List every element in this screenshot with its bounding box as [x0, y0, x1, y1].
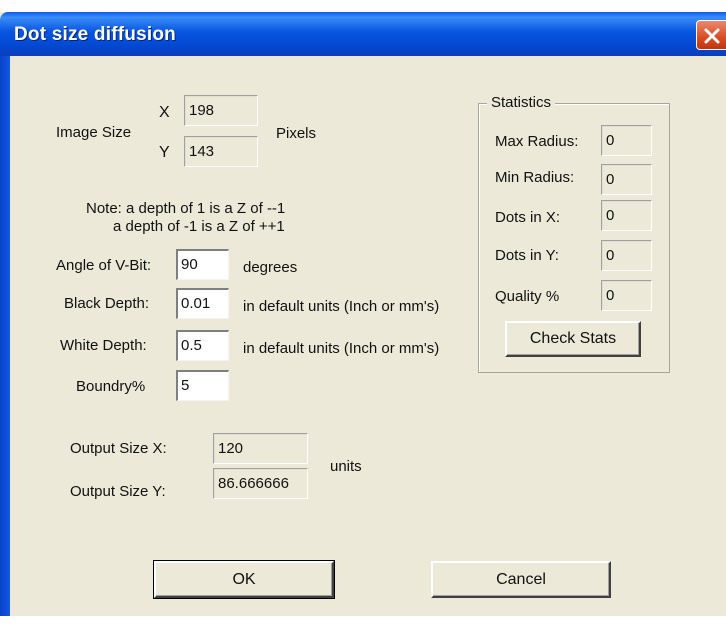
angle-unit: degrees	[243, 259, 298, 276]
quality-field: 0	[601, 280, 652, 311]
statistics-title: Statistics	[487, 94, 556, 111]
window-bottom-area	[0, 616, 726, 631]
dots-in-x-label: Dots in X:	[495, 209, 561, 226]
quality-label: Quality %	[495, 288, 560, 305]
white-depth-unit: in default units (Inch or mm's)	[243, 340, 440, 357]
window-title: Dot size diffusion	[14, 24, 176, 45]
title-bar[interactable]: Dot size diffusion	[0, 12, 726, 56]
dots-in-x-field: 0	[601, 200, 652, 231]
output-unit: units	[330, 458, 362, 475]
min-radius-field: 0	[601, 164, 652, 195]
min-radius-label: Min Radius:	[495, 169, 575, 186]
check-stats-button[interactable]: Check Stats	[505, 321, 641, 357]
note-line-2: a depth of -1 is a Z of ++1	[113, 218, 285, 235]
cancel-button[interactable]: Cancel	[431, 561, 611, 598]
boundry-input[interactable]: 5	[176, 370, 229, 401]
image-size-unit: Pixels	[276, 125, 317, 142]
image-size-label: Image Size	[56, 124, 132, 141]
dots-in-y-label: Dots in Y:	[495, 247, 559, 264]
image-size-y-field: 143	[184, 136, 258, 167]
black-depth-label: Black Depth:	[64, 295, 150, 312]
output-size-y-label: Output Size Y:	[70, 483, 166, 500]
window-left-border	[0, 56, 10, 616]
white-depth-label: White Depth:	[60, 337, 147, 354]
image-size-x-label: X	[159, 104, 170, 121]
ok-button[interactable]: OK	[153, 560, 335, 599]
angle-label: Angle of V-Bit:	[56, 257, 152, 274]
black-depth-input[interactable]: 0.01	[176, 288, 229, 319]
output-size-x-field: 120	[213, 433, 308, 464]
output-size-y-field: 86.666666	[213, 468, 308, 499]
white-depth-input[interactable]: 0.5	[176, 330, 229, 361]
max-radius-field: 0	[601, 125, 652, 156]
max-radius-label: Max Radius:	[495, 133, 579, 150]
note-line-1: Note: a depth of 1 is a Z of --1	[86, 200, 286, 217]
close-button[interactable]	[696, 20, 726, 50]
black-depth-unit: in default units (Inch or mm's)	[243, 298, 440, 315]
angle-input[interactable]: 90	[176, 249, 229, 280]
image-size-y-label: Y	[159, 144, 170, 161]
output-size-x-label: Output Size X:	[70, 440, 167, 457]
dots-in-y-field: 0	[601, 240, 652, 271]
image-size-x-field: 198	[184, 95, 258, 126]
boundry-label: Boundry%	[76, 378, 146, 395]
